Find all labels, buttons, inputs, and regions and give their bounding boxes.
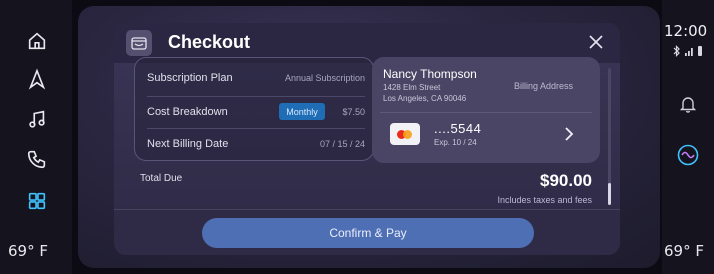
next-billing-value: 07 / 15 / 24 [319, 139, 365, 149]
subscription-plan-label: Subscription Plan [147, 72, 233, 84]
close-icon[interactable] [586, 32, 606, 52]
bell-icon[interactable] [678, 94, 698, 114]
subscription-plan-value: Annual Subscription [284, 73, 365, 83]
row-divider [147, 96, 365, 97]
cost-breakdown-value: $7.50 [342, 107, 365, 117]
cost-breakdown-row: Cost Breakdown Monthly $7.50 [147, 98, 365, 126]
billing-card: Nancy Thompson 1428 Elm Street Los Angel… [372, 57, 600, 163]
billing-divider [380, 112, 592, 113]
apps-grid-icon[interactable] [24, 188, 50, 214]
subscription-plan-row: Subscription Plan Annual Subscription [147, 64, 365, 92]
assistant-icon[interactable] [677, 144, 699, 166]
wallet-icon [126, 30, 152, 56]
clock: 12:00 [664, 22, 708, 40]
card-expiry: Exp. 10 / 24 [434, 138, 477, 147]
scrollbar-thumb[interactable] [608, 183, 611, 205]
billing-address-label[interactable]: Billing Address [514, 81, 573, 91]
billing-name: Nancy Thompson [383, 67, 477, 81]
right-temperature[interactable]: 69° F [664, 242, 704, 260]
billing-street: 1428 Elm Street [383, 83, 441, 92]
confirm-pay-button[interactable]: Confirm & Pay [202, 218, 534, 248]
chevron-right-icon[interactable] [562, 125, 576, 143]
monthly-toggle[interactable]: Monthly [279, 103, 325, 120]
subscription-card: Subscription Plan Annual Subscription Co… [134, 57, 374, 161]
right-rail: 12:00 69° F [662, 0, 714, 274]
battery-icon [698, 46, 702, 56]
card-number: ....5544 [434, 121, 482, 136]
phone-icon[interactable] [24, 146, 50, 172]
status-icons [672, 44, 706, 57]
billing-city: Los Angeles, CA 90046 [383, 94, 467, 103]
next-billing-row: Next Billing Date 07 / 15 / 24 [147, 130, 365, 158]
navigation-icon[interactable] [24, 66, 50, 92]
bluetooth-icon [673, 45, 680, 57]
total-due-label: Total Due [140, 173, 183, 184]
home-icon[interactable] [24, 28, 50, 54]
left-rail: 69° F [0, 0, 72, 274]
mastercard-icon [390, 123, 420, 145]
modal-title: Checkout [168, 32, 251, 52]
cost-breakdown-label: Cost Breakdown [147, 106, 228, 118]
next-billing-label: Next Billing Date [147, 138, 229, 150]
row-divider [147, 128, 365, 129]
left-temperature[interactable]: 69° F [8, 242, 48, 260]
total-note: Includes taxes and fees [497, 195, 592, 205]
music-icon[interactable] [24, 106, 50, 132]
checkout-modal: Checkout Subscription Plan Annual Subscr… [114, 23, 620, 255]
signal-icon [685, 48, 693, 56]
total-due-amount: $90.00 [540, 171, 592, 190]
